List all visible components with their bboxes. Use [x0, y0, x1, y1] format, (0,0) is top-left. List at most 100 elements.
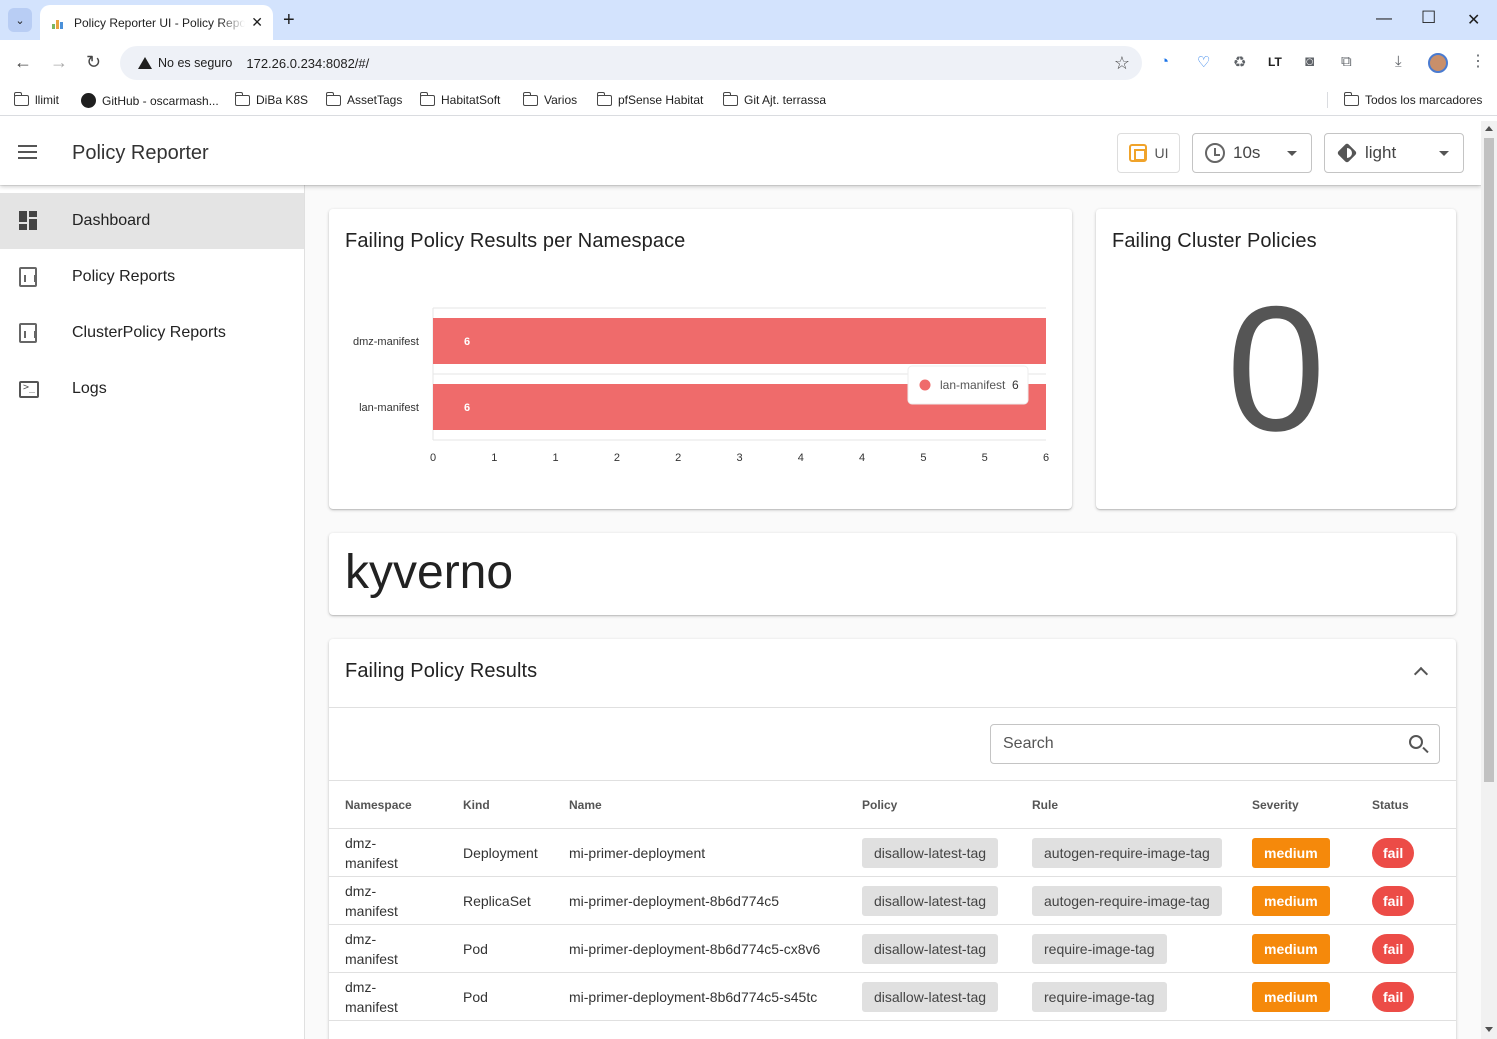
panel-title: Failing Policy Results — [345, 660, 538, 682]
table-row[interactable]: dmz- manifest Pod mi-primer-deployment-8b6… — [329, 924, 1456, 973]
new-tab-icon[interactable]: + — [283, 9, 295, 32]
nav-item-logs[interactable]: Logs — [0, 361, 304, 417]
column-header[interactable]: Policy — [846, 780, 1016, 829]
close-tab-icon[interactable]: ✕ — [251, 14, 263, 31]
ui-app-icon — [1128, 144, 1147, 162]
forward-icon[interactable]: → — [50, 52, 68, 73]
bookmark-item[interactable]: AssetTags — [325, 91, 402, 107]
column-header[interactable]: Kind — [447, 780, 553, 829]
name-cell: mi-primer-deployment-8b6d774c5-s45tc — [553, 972, 846, 1021]
extension-sync-icon[interactable]: ◔ — [1160, 53, 1169, 70]
column-header[interactable]: Namespace — [329, 780, 447, 829]
nav-item-policy-reports[interactable]: Policy Reports — [0, 249, 304, 305]
policy-cell: disallow-latest-tag — [846, 924, 1016, 973]
all-bookmarks[interactable]: Todos los marcadores — [1343, 91, 1482, 107]
page-scrollbar[interactable] — [1481, 121, 1497, 1039]
severity-cell: medium — [1236, 828, 1356, 877]
column-header[interactable]: Rule — [1016, 780, 1236, 829]
browser-tab-strip: ⌄ Policy Reporter UI - Policy Reporter ✕… — [0, 0, 1497, 40]
nav-item-clusterpolicy-reports[interactable]: ClusterPolicy Reports — [0, 305, 304, 361]
column-header[interactable]: Severity — [1236, 780, 1356, 829]
scroll-down-arrow-icon[interactable] — [1485, 1027, 1493, 1032]
folder-icon — [325, 91, 341, 106]
namespace-cell: dmz- — [329, 1020, 447, 1039]
table-row[interactable]: dmz- manifest ReplicaSet mi-primer-deploym… — [329, 876, 1456, 925]
address-bar[interactable]: No es seguro 172.26.0.234:8082/#/ ☆ — [120, 46, 1142, 80]
chart-x-tick-label: 4 — [798, 452, 804, 464]
minimize-icon[interactable]: — — [1376, 10, 1392, 28]
maximize-icon[interactable]: ☐ — [1421, 8, 1436, 28]
rule-chip: autogen-require-image-tag — [1032, 837, 1222, 868]
rule-cell: autogen-require-image-tag — [1016, 828, 1236, 877]
extension-heart-icon[interactable]: ♡ — [1197, 53, 1210, 71]
extensions-puzzle-icon[interactable]: ⧉ — [1341, 53, 1352, 70]
name-text: mi-primer-deployment-8b6d774c5-cx8v6 — [569, 940, 821, 957]
severity-badge: medium — [1252, 885, 1330, 916]
ui-switch-button[interactable]: UI — [1117, 133, 1180, 173]
search-input[interactable] — [991, 725, 1381, 763]
column-header[interactable]: Name — [553, 780, 846, 829]
bookmark-item[interactable]: pfSense Habitat — [596, 91, 703, 107]
nav-item-dashboard[interactable]: Dashboard — [0, 193, 304, 249]
name-text: mi-primer-deployment-8b6d774c5 — [569, 892, 780, 909]
bookmark-item[interactable]: Git Ajt. terrassa — [722, 91, 826, 107]
table-row[interactable]: dmz- manifest Pod mi-primer-deployment-8b6… — [329, 972, 1456, 1021]
policy-cell: disallow-latest-tag — [846, 828, 1016, 877]
kind-text: Deployment — [463, 844, 538, 861]
name-cell: mi-primer-deployment-8b6d774c5-cx8v6 — [553, 924, 846, 973]
bookmark-item[interactable]: Varios — [522, 91, 577, 107]
browser-toolbar: ← → ↻ No es seguro 172.26.0.234:8082/#/ … — [0, 40, 1497, 86]
close-window-icon[interactable]: ✕ — [1467, 10, 1480, 30]
panel-header[interactable]: Failing Policy Results — [329, 639, 1456, 708]
search-icon[interactable] — [1409, 735, 1423, 749]
namespace-heading-card: kyverno — [329, 533, 1456, 615]
url-text[interactable]: 172.26.0.234:8082/#/ — [246, 56, 369, 71]
results-table: Namespace Kind Name Policy Rule Severity… — [329, 780, 1456, 1039]
namespace-chart-card: Failing Policy Results per Namespace 6 dm… — [329, 209, 1072, 509]
table-row[interactable]: dmz- manifest Deployment mi-primer-deploym… — [329, 828, 1456, 877]
table-header-row: Namespace Kind Name Policy Rule Severity… — [329, 780, 1456, 829]
downloads-icon[interactable]: ⤓ — [1395, 53, 1402, 70]
extension-recycle-icon[interactable]: ♻ — [1233, 53, 1246, 71]
status-badge: fail — [1372, 981, 1415, 1012]
chart-x-tick-label: 5 — [982, 452, 988, 464]
bookmark-item[interactable]: DiBa K8S — [234, 91, 308, 107]
chart-x-tick-label: 2 — [614, 452, 620, 464]
reload-icon[interactable]: ↻ — [86, 52, 101, 73]
tab-search-button[interactable]: ⌄ — [8, 8, 32, 32]
extension-lt-icon[interactable]: LT — [1268, 55, 1282, 69]
column-header[interactable]: Status — [1356, 780, 1456, 829]
scrollbar-thumb[interactable] — [1484, 138, 1494, 782]
nav-label: Policy Reports — [72, 268, 176, 285]
status-cell: fail — [1356, 924, 1456, 973]
refresh-interval-select[interactable]: 10s — [1192, 133, 1312, 173]
namespace-cell: dmz- manifest — [329, 828, 447, 877]
policy-chip: disallow-latest-tag — [862, 837, 999, 868]
table-row[interactable]: dmz- — [329, 1020, 1456, 1039]
bookmark-item[interactable]: llimit — [13, 91, 59, 107]
chart-bar — [433, 318, 1046, 364]
kind-cell: ReplicaSet — [447, 876, 553, 925]
bookmark-item[interactable]: HabitatSoft — [419, 91, 500, 107]
ui-button-label: UI — [1154, 145, 1169, 161]
browser-tab[interactable]: Policy Reporter UI - Policy Reporter ✕ — [40, 5, 273, 40]
bookmark-item[interactable]: GitHub - oscarmash... — [81, 93, 219, 108]
policy-cell: disallow-latest-tag — [846, 876, 1016, 925]
browser-menu-icon[interactable]: ⋮ — [1470, 51, 1486, 71]
name-text: mi-primer-deployment-8b6d774c5-s45tc — [569, 988, 818, 1005]
theme-select[interactable]: light — [1324, 133, 1464, 173]
scroll-up-arrow-icon[interactable] — [1485, 126, 1493, 131]
chevron-up-icon[interactable] — [1413, 666, 1429, 682]
profile-avatar[interactable] — [1428, 53, 1448, 73]
severity-cell — [1236, 1020, 1356, 1039]
back-icon[interactable]: ← — [14, 52, 32, 73]
refresh-interval-value: 10s — [1233, 143, 1261, 162]
bookmark-star-icon[interactable]: ☆ — [1114, 53, 1130, 74]
nav-label: Logs — [72, 380, 107, 397]
security-indicator[interactable]: No es seguro — [130, 52, 240, 74]
menu-icon[interactable] — [18, 145, 37, 159]
rule-chip: require-image-tag — [1032, 981, 1167, 1012]
search-field[interactable] — [990, 724, 1440, 764]
warning-icon — [138, 57, 152, 69]
extension-camera-icon[interactable]: ◙ — [1305, 53, 1314, 70]
